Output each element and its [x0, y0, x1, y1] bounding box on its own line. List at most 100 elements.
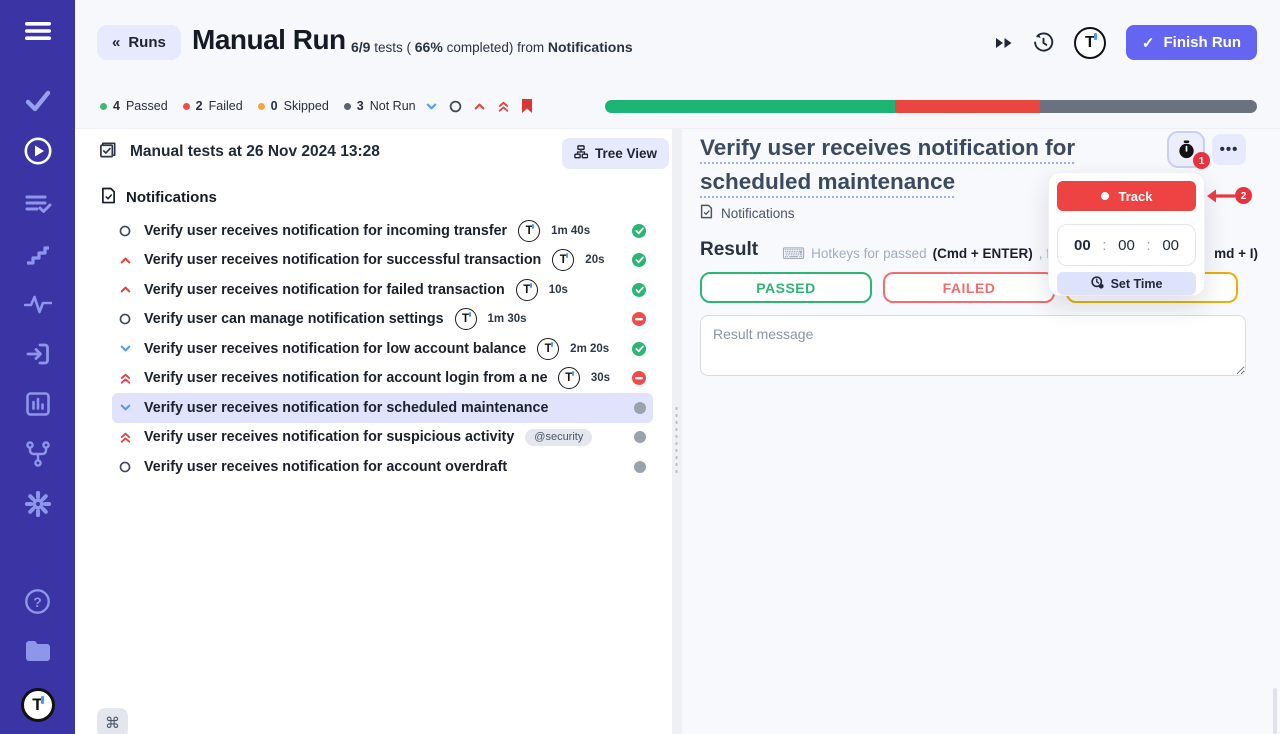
- svg-text:?: ?: [33, 594, 42, 610]
- hours-input[interactable]: [1071, 237, 1093, 254]
- failed-button[interactable]: FAILED: [883, 272, 1055, 303]
- seconds-input[interactable]: [1160, 237, 1182, 254]
- passed-button[interactable]: PASSED: [700, 272, 872, 303]
- check-icon[interactable]: [0, 76, 75, 126]
- hotkeys-tail: md + I): [1214, 246, 1258, 261]
- status-passed-icon: [632, 253, 646, 267]
- test-title: Verify user receives notification for ac…: [144, 370, 547, 386]
- priority-highest-icon[interactable]: [496, 99, 511, 114]
- time-input-group: : :: [1057, 224, 1196, 266]
- priority-normal-icon: [117, 460, 133, 474]
- testomat-badge-icon: T: [537, 338, 559, 360]
- test-title: Verify user receives notification for sc…: [144, 400, 548, 416]
- skipped-dot: [258, 103, 265, 110]
- priority-high-icon: [117, 253, 133, 268]
- testomat-logo-icon[interactable]: T: [1074, 27, 1106, 59]
- status-passed-icon: [632, 342, 646, 356]
- skipped-counter: 0Skipped: [258, 99, 329, 113]
- set-time-button[interactable]: Set Time: [1057, 272, 1196, 295]
- test-title: Verify user receives notification for su…: [144, 252, 541, 268]
- back-to-runs-button[interactable]: « Runs: [97, 25, 181, 60]
- annotation-badge-1: 1: [1193, 152, 1210, 169]
- priority-normal-icon: [117, 312, 133, 326]
- priority-normal-icon: [117, 224, 133, 238]
- priority-highest-icon: [117, 430, 133, 445]
- breadcrumb[interactable]: Notifications: [700, 204, 795, 222]
- sidebar: ? T: [0, 0, 75, 734]
- test-row[interactable]: Verify user receives notification for su…: [112, 423, 653, 453]
- folder-icon[interactable]: [0, 626, 75, 676]
- fast-forward-icon[interactable]: [995, 36, 1013, 50]
- scrollbar-thumb[interactable]: [1273, 688, 1277, 734]
- failed-counter: 2Failed: [183, 99, 243, 113]
- analytics-icon[interactable]: [0, 379, 75, 429]
- test-duration: 2m 20s: [570, 343, 609, 355]
- document-check-icon: [101, 187, 116, 208]
- result-heading: Result: [700, 239, 758, 261]
- notrun-dot: [344, 103, 351, 110]
- timer-history-icon[interactable]: [1033, 32, 1054, 53]
- drag-grip-icon: [674, 405, 680, 477]
- test-duration: 1m 40s: [551, 225, 590, 237]
- test-row[interactable]: Verify user receives notification for ac…: [112, 452, 653, 482]
- command-hotkeys-button[interactable]: ⌘: [97, 708, 128, 734]
- track-button[interactable]: Track: [1057, 181, 1196, 211]
- result-message-input[interactable]: [700, 315, 1246, 376]
- steps-icon[interactable]: [0, 229, 75, 279]
- bookmark-icon[interactable]: [520, 98, 534, 114]
- priority-normal-icon[interactable]: [448, 99, 463, 114]
- test-title: Verify user receives notification for in…: [144, 223, 507, 239]
- progress-notrun-segment: [1040, 100, 1257, 113]
- status-notrun-icon: [634, 431, 646, 443]
- test-duration: 10s: [549, 284, 568, 296]
- play-circle-icon[interactable]: [0, 126, 75, 176]
- progress-passed-segment: [605, 100, 895, 113]
- test-row[interactable]: Verify user can manage notification sett…: [112, 305, 653, 335]
- pulse-icon[interactable]: [0, 279, 75, 329]
- notrun-counter: 3Not Run: [344, 99, 416, 113]
- test-row[interactable]: Verify user receives notification for ac…: [112, 364, 653, 394]
- test-row[interactable]: Verify user receives notification for fa…: [112, 275, 653, 305]
- minutes-input[interactable]: [1116, 237, 1138, 254]
- test-row[interactable]: Verify user receives notification for lo…: [112, 334, 653, 364]
- test-row[interactable]: Verify user receives notification for in…: [112, 216, 653, 246]
- status-passed-icon: [632, 224, 646, 238]
- test-row[interactable]: Verify user receives notification for su…: [112, 246, 653, 276]
- help-icon[interactable]: ?: [0, 576, 75, 626]
- annotation-badge-2: 2: [1235, 187, 1252, 204]
- record-dot-icon: [1101, 192, 1109, 200]
- suite-group[interactable]: Notifications: [101, 187, 217, 208]
- gear-icon[interactable]: [0, 479, 75, 529]
- priority-low-icon: [117, 400, 133, 415]
- document-check-icon: [700, 204, 713, 222]
- check-icon: ✓: [1142, 34, 1155, 52]
- status-notrun-icon: [634, 461, 646, 473]
- test-duration: 20s: [585, 254, 604, 266]
- checklist-icon: [99, 140, 118, 164]
- more-options-button[interactable]: •••: [1212, 134, 1246, 165]
- panel-resize-handle[interactable]: [672, 128, 682, 734]
- priority-low-icon: [117, 341, 133, 356]
- menu-icon[interactable]: [0, 0, 75, 62]
- status-failed-icon: [632, 312, 646, 326]
- branch-icon[interactable]: [0, 429, 75, 479]
- priority-high-icon: [117, 282, 133, 297]
- finish-run-button[interactable]: ✓ Finish Run: [1126, 25, 1257, 60]
- passed-dot: [100, 103, 107, 110]
- priority-high-icon[interactable]: [472, 99, 487, 114]
- testomat-badge-icon: T: [518, 220, 540, 242]
- tree-view-button[interactable]: Tree View: [562, 138, 669, 169]
- status-passed-icon: [632, 283, 646, 297]
- testomat-logo-icon[interactable]: T: [0, 676, 75, 734]
- test-title: Verify user receives notification for su…: [144, 429, 514, 445]
- test-title: Verify user receives notification for ac…: [144, 459, 507, 475]
- test-row[interactable]: Verify user receives notification for sc…: [112, 393, 653, 423]
- test-title: Verify user can manage notification sett…: [144, 311, 444, 327]
- run-stats: 6/9 tests ( 66% completed) from Notifica…: [351, 39, 633, 55]
- list-check-icon[interactable]: [0, 179, 75, 229]
- import-icon[interactable]: [0, 329, 75, 379]
- run-progress-bar: [605, 100, 1257, 113]
- annotation-arrow-icon: [1205, 188, 1235, 209]
- priority-low-icon[interactable]: [424, 99, 439, 114]
- passed-counter: 4Passed: [100, 99, 168, 113]
